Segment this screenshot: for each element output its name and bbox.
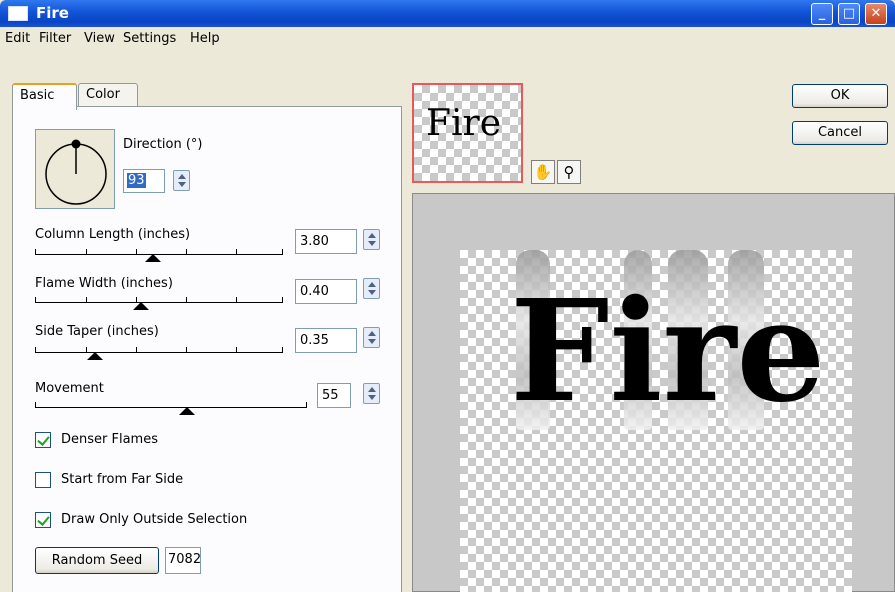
column-length-spinner[interactable]	[363, 229, 380, 250]
tab-basic[interactable]: Basic	[12, 83, 77, 110]
window-icon	[8, 6, 28, 21]
hand-pan-icon[interactable]: ✋	[531, 160, 555, 184]
magnifier-icon[interactable]: ⚲	[557, 160, 581, 184]
basic-settings-panel: Direction (°) 93 Column Length (inches) …	[12, 106, 402, 592]
title-bar: Fire _ □ ✕	[0, 0, 895, 27]
side-taper-label: Side Taper (inches)	[35, 324, 159, 339]
draw-outside-selection-checkbox[interactable]	[35, 512, 51, 528]
random-seed-button[interactable]: Random Seed	[35, 547, 159, 574]
start-far-side-label: Start from Far Side	[61, 472, 184, 487]
denser-flames-checkbox[interactable]	[35, 432, 51, 448]
movement-label: Movement	[35, 381, 104, 396]
movement-spinner[interactable]	[363, 383, 380, 404]
denser-flames-label: Denser Flames	[61, 432, 158, 447]
direction-dial-graphic	[45, 139, 107, 205]
maximize-button[interactable]: □	[838, 3, 860, 25]
close-button[interactable]: ✕	[865, 3, 887, 25]
menu-filter[interactable]: Filter	[39, 31, 71, 46]
draw-outside-selection-label: Draw Only Outside Selection	[61, 512, 248, 527]
flame-width-slider[interactable]	[35, 297, 283, 303]
menu-bar: Edit Filter View Settings Help	[0, 27, 895, 49]
menu-help[interactable]: Help	[190, 31, 220, 46]
column-length-label: Column Length (inches)	[35, 227, 191, 242]
column-length-input[interactable]: 3.80	[295, 229, 357, 254]
movement-input[interactable]: 55	[317, 383, 351, 408]
side-taper-input[interactable]: 0.35	[295, 328, 357, 353]
movement-slider[interactable]	[35, 402, 307, 408]
navigator-thumbnail[interactable]: Fire	[412, 83, 523, 183]
menu-edit[interactable]: Edit	[5, 31, 30, 46]
thumbnail-text: Fire	[426, 103, 502, 144]
window-title: Fire	[36, 4, 69, 22]
flame-width-input[interactable]: 0.40	[295, 279, 357, 304]
minimize-button[interactable]: _	[811, 3, 833, 25]
menu-settings[interactable]: Settings	[123, 31, 176, 46]
tab-color[interactable]: Color	[78, 83, 138, 108]
flame-width-label: Flame Width (inches)	[35, 276, 173, 291]
start-far-side-checkbox[interactable]	[35, 472, 51, 488]
column-length-slider-thumb[interactable]	[145, 254, 161, 262]
side-taper-spinner[interactable]	[363, 327, 380, 348]
preview-pane[interactable]: Fire	[412, 193, 895, 592]
side-taper-slider-thumb[interactable]	[87, 352, 103, 360]
direction-input[interactable]: 93	[123, 169, 165, 193]
preview-text: Fire	[510, 270, 826, 434]
flame-width-slider-thumb[interactable]	[133, 302, 149, 310]
random-seed-input[interactable]: 7082	[165, 547, 201, 574]
side-taper-slider[interactable]	[35, 347, 283, 353]
preview-canvas: Fire	[460, 250, 852, 592]
movement-slider-thumb[interactable]	[179, 407, 195, 415]
direction-label: Direction (°)	[123, 137, 203, 152]
direction-value: 93	[127, 173, 146, 188]
menu-view[interactable]: View	[84, 31, 115, 46]
direction-dial[interactable]	[35, 129, 115, 209]
flame-width-spinner[interactable]	[363, 278, 380, 299]
cancel-button[interactable]: Cancel	[792, 121, 888, 145]
direction-spinner[interactable]	[173, 170, 190, 191]
ok-button[interactable]: OK	[792, 84, 888, 108]
